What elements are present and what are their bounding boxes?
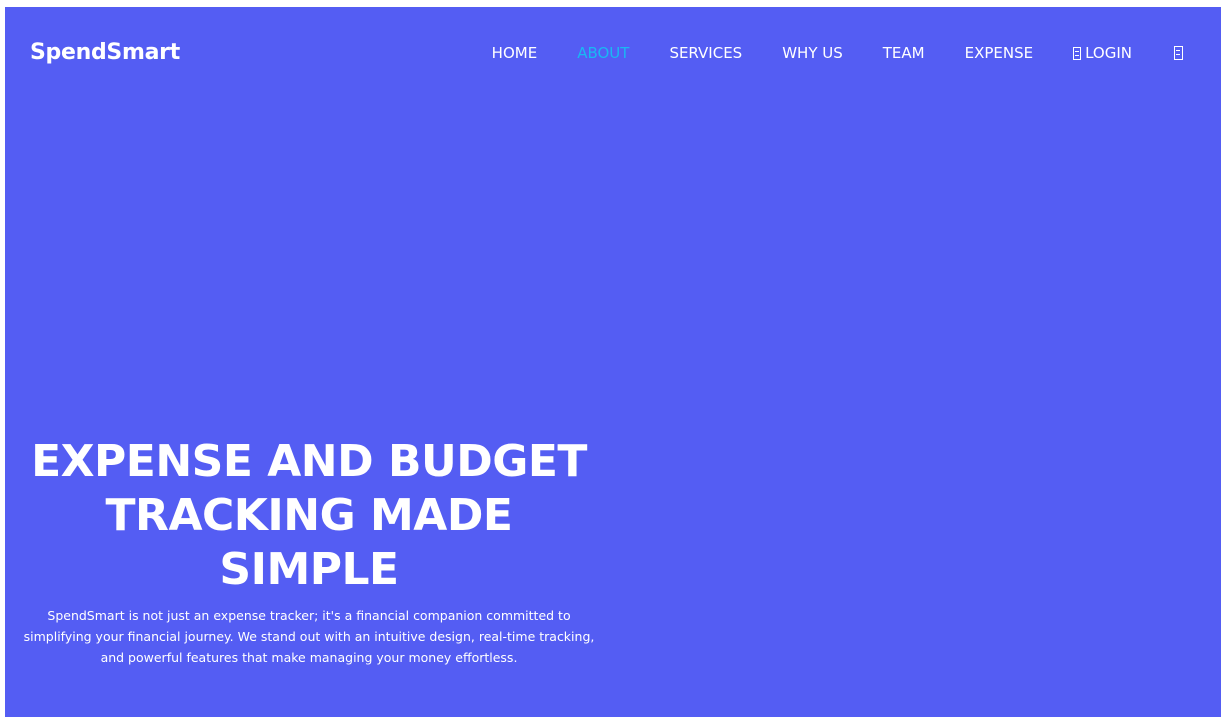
nav-item-home[interactable]: HOME bbox=[492, 44, 538, 62]
hero-description: SpendSmart is not just an expense tracke… bbox=[23, 608, 595, 665]
menu-toggle-button[interactable] bbox=[1172, 46, 1184, 61]
login-label: LOGIN bbox=[1085, 44, 1132, 62]
nav-item-expense[interactable]: EXPENSE bbox=[965, 44, 1034, 62]
hero-section: EXPENSE AND BUDGET TRACKING MADE SIMPLE … bbox=[15, 435, 603, 668]
nav-item-login[interactable]: LOGIN bbox=[1073, 44, 1132, 62]
nav-item-about[interactable]: ABOUT bbox=[577, 44, 629, 62]
nav-links: HOME ABOUT SERVICES WHY US TEAM EXPENSE … bbox=[492, 43, 1221, 63]
hero-title-line-2: TRACKING MADE SIMPLE bbox=[105, 490, 513, 595]
brand-logo[interactable]: SpendSmart bbox=[30, 40, 180, 65]
page-background: SpendSmart HOME ABOUT SERVICES WHY US TE… bbox=[5, 7, 1221, 717]
login-icon bbox=[1073, 46, 1082, 60]
nav-item-services[interactable]: SERVICES bbox=[669, 44, 742, 62]
nav-item-team[interactable]: TEAM bbox=[883, 44, 925, 62]
nav-item-why-us[interactable]: WHY US bbox=[782, 44, 843, 62]
hero-title: EXPENSE AND BUDGET TRACKING MADE SIMPLE bbox=[15, 435, 603, 597]
hero-title-line-1: EXPENSE AND BUDGET bbox=[31, 436, 587, 487]
menu-icon bbox=[1173, 46, 1183, 60]
navbar: SpendSmart HOME ABOUT SERVICES WHY US TE… bbox=[5, 7, 1221, 103]
